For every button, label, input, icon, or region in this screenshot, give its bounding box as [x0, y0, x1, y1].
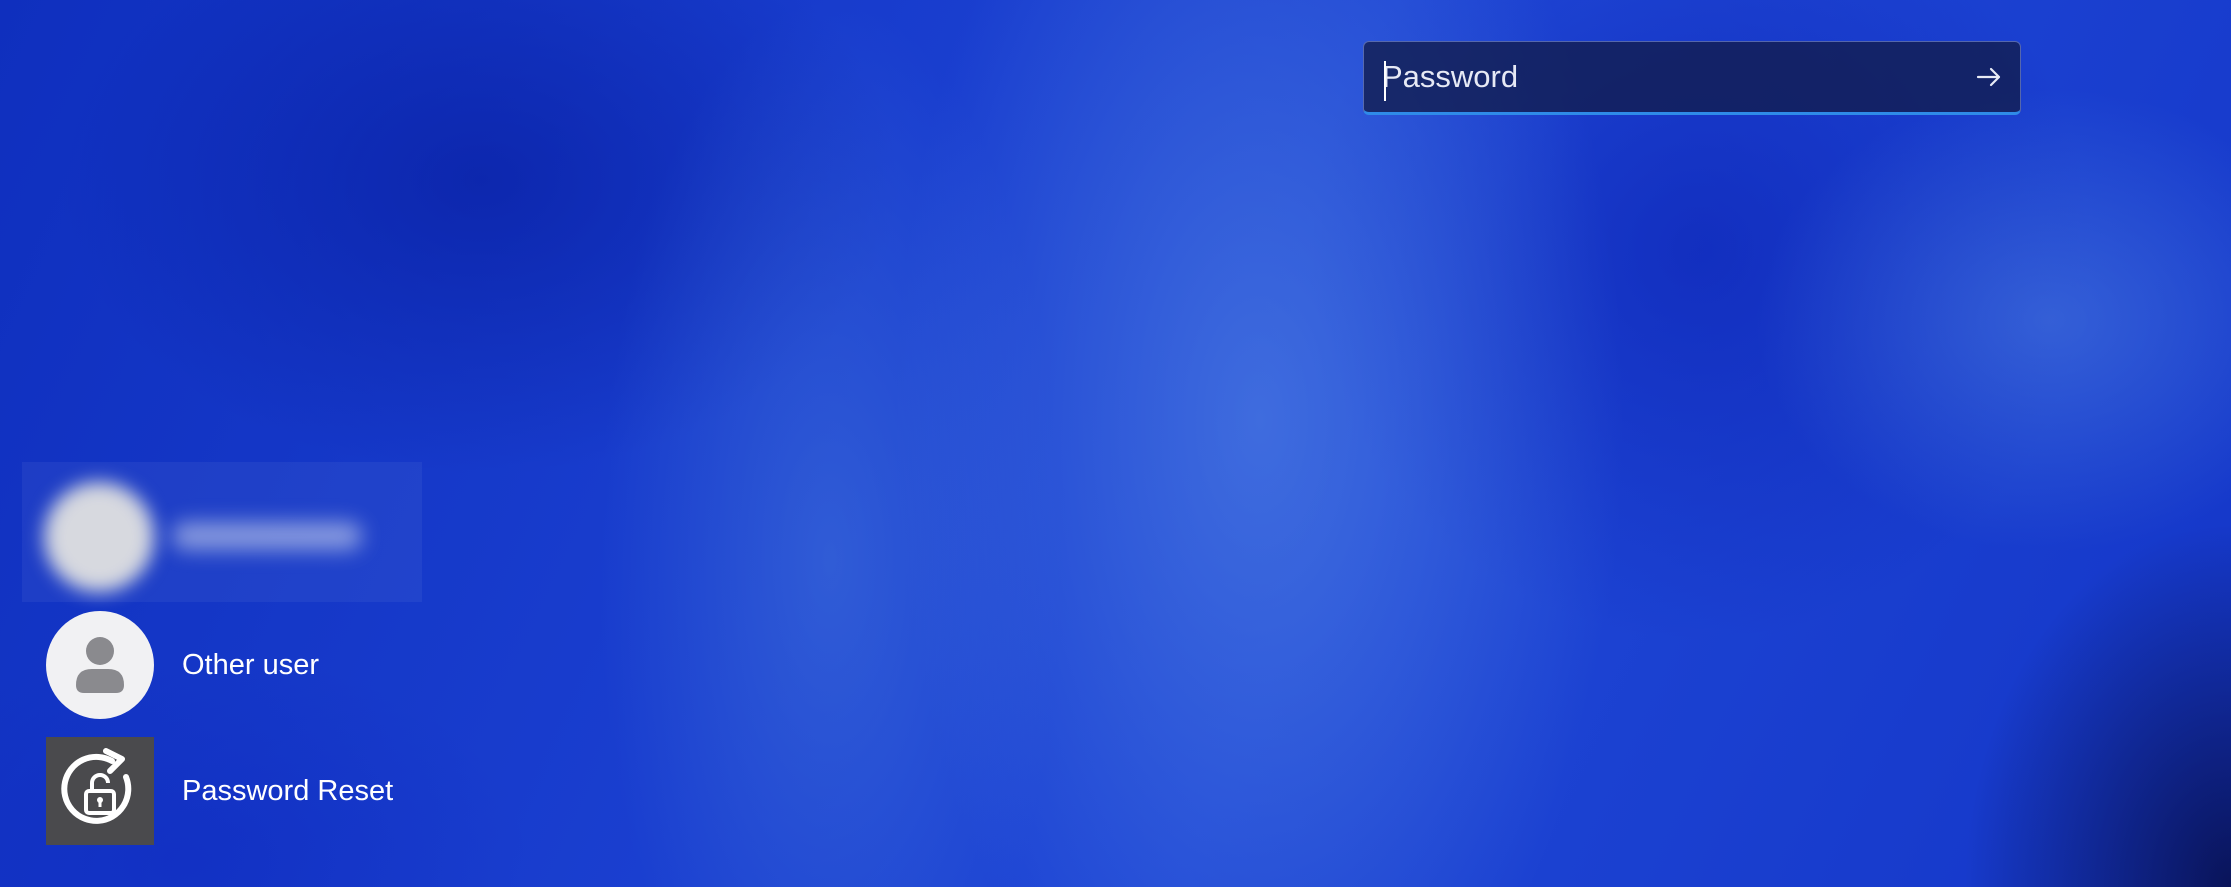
- other-user-tile[interactable]: Other user: [46, 610, 319, 720]
- lock-reset-icon: [46, 737, 154, 845]
- user-name: [172, 522, 362, 550]
- password-reset-label: Password Reset: [182, 774, 394, 807]
- other-user-label: Other user: [182, 648, 319, 681]
- user-list: Other user Password Reset: [22, 462, 422, 845]
- text-caret: [1384, 61, 1386, 101]
- avatar: [44, 482, 154, 592]
- password-input[interactable]: [1364, 42, 1958, 112]
- arrow-right-icon: [1976, 67, 2001, 87]
- submit-button[interactable]: [1958, 42, 2020, 112]
- password-reset-tile[interactable]: Password Reset: [46, 736, 393, 846]
- password-box: [1363, 41, 2021, 115]
- user-tile-blurred[interactable]: [22, 462, 422, 602]
- person-icon: [46, 611, 154, 719]
